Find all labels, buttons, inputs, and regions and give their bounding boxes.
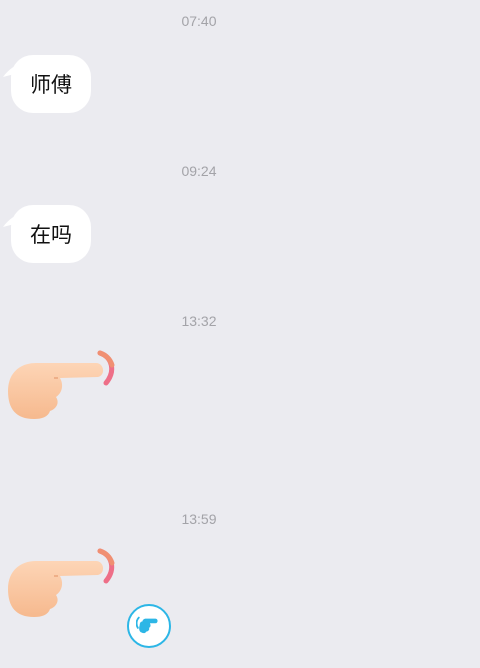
timestamp: 13:32 (181, 313, 217, 329)
poke-button[interactable] (127, 604, 171, 648)
timestamp: 13:59 (181, 511, 217, 527)
emoji-sticker[interactable] (6, 347, 118, 423)
message-bubble[interactable]: 在吗 (3, 205, 91, 263)
finger-pointing-right-icon (8, 548, 115, 617)
bubble-tail-icon (3, 213, 23, 227)
timestamp: 07:40 (181, 13, 217, 29)
emoji-sticker[interactable] (6, 545, 118, 621)
message-bubble[interactable]: 师傅 (3, 55, 91, 113)
poke-hand-icon (136, 616, 158, 634)
chat-view: 07:40 师傅 09:24 在吗 13:32 13:59 (0, 0, 480, 668)
message-text: 师傅 (30, 73, 72, 97)
timestamp: 09:24 (181, 163, 217, 179)
finger-pointing-right-icon (8, 350, 115, 419)
message-text: 在吗 (30, 223, 72, 247)
bubble-tail-icon (3, 63, 23, 77)
